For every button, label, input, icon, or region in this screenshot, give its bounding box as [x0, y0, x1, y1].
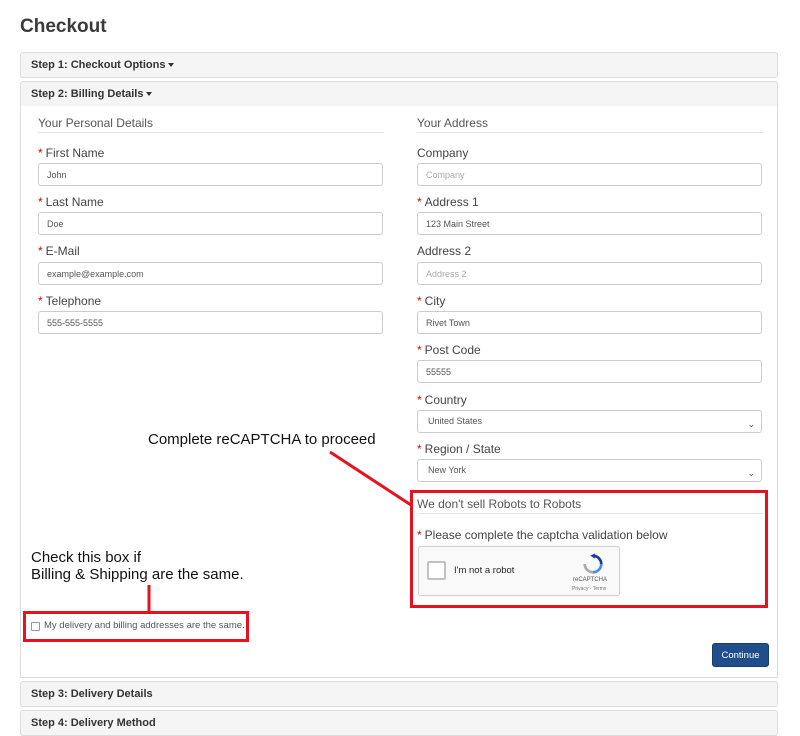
required-asterisk: *: [417, 294, 422, 308]
company-label: Company: [417, 146, 469, 160]
step1-header[interactable]: Step 1: Checkout Options: [20, 52, 778, 78]
required-asterisk: *: [38, 195, 43, 209]
chevron-down-icon: ⌄: [747, 419, 755, 429]
first-name-label: * First Name: [38, 146, 104, 160]
continue-button[interactable]: Continue: [712, 643, 769, 667]
captcha-highlight-box: [410, 490, 768, 608]
telephone-label: * Telephone: [38, 294, 101, 308]
address2-label: Address 2: [417, 244, 472, 258]
checkbox-highlight-box: [23, 611, 249, 642]
postcode-input[interactable]: [417, 360, 762, 383]
address2-input[interactable]: [417, 262, 762, 285]
region-select[interactable]: New York ⌄: [417, 459, 762, 482]
country-label: * Country: [417, 393, 467, 407]
region-label-text: Region / State: [424, 442, 501, 456]
company-input[interactable]: [417, 163, 762, 186]
region-selected-value: New York: [428, 465, 467, 475]
country-selected-value: United States: [428, 416, 483, 426]
personal-details-legend: Your Personal Details: [38, 116, 384, 133]
country-label-text: Country: [424, 393, 467, 407]
email-label-text: E-Mail: [45, 244, 80, 258]
address-legend: Your Address: [417, 116, 763, 133]
required-asterisk: *: [38, 244, 43, 258]
last-name-label-text: Last Name: [45, 195, 104, 209]
caret-down-icon: [146, 92, 153, 97]
required-asterisk: *: [417, 442, 422, 456]
required-asterisk: *: [38, 146, 43, 160]
required-asterisk: *: [38, 294, 43, 308]
captcha-annotation-text: Complete reCAPTCHA to proceed: [148, 431, 376, 448]
postcode-label: * Post Code: [417, 343, 481, 357]
telephone-label-text: Telephone: [45, 294, 102, 308]
first-name-label-text: First Name: [45, 146, 105, 160]
required-asterisk: *: [417, 343, 422, 357]
checkbox-annotation-line1: Check this box if: [31, 549, 142, 566]
region-label: * Region / State: [417, 442, 501, 456]
address1-label: * Address 1: [417, 195, 479, 209]
step3-title: Step 3: Delivery Details: [31, 688, 153, 700]
last-name-label: * Last Name: [38, 195, 104, 209]
city-input[interactable]: [417, 311, 762, 334]
email-input[interactable]: [38, 262, 383, 285]
address1-label-text: Address 1: [424, 195, 479, 209]
last-name-input[interactable]: [38, 212, 383, 235]
step2-title: Step 2: Billing Details: [31, 88, 144, 100]
caret-down-icon: [168, 63, 175, 68]
required-asterisk: *: [417, 393, 422, 407]
country-select[interactable]: United States ⌄: [417, 410, 762, 433]
postcode-label-text: Post Code: [424, 343, 481, 357]
chevron-down-icon: ⌄: [747, 468, 755, 478]
step1-title: Step 1: Checkout Options: [31, 59, 166, 71]
checkbox-annotation-line2: Billing & Shipping are the same.: [31, 566, 244, 583]
step4-title: Step 4: Delivery Method: [31, 717, 156, 729]
required-asterisk: *: [417, 195, 422, 209]
step3-header[interactable]: Step 3: Delivery Details: [20, 681, 778, 707]
telephone-input[interactable]: [38, 311, 383, 334]
step2-header[interactable]: Step 2: Billing Details: [20, 81, 778, 107]
first-name-input[interactable]: [38, 163, 383, 186]
page-title: Checkout: [20, 16, 107, 37]
city-label: * City: [417, 294, 445, 308]
city-label-text: City: [424, 294, 446, 308]
address1-input[interactable]: [417, 212, 762, 235]
email-label: * E-Mail: [38, 244, 80, 258]
step4-header[interactable]: Step 4: Delivery Method: [20, 710, 778, 736]
